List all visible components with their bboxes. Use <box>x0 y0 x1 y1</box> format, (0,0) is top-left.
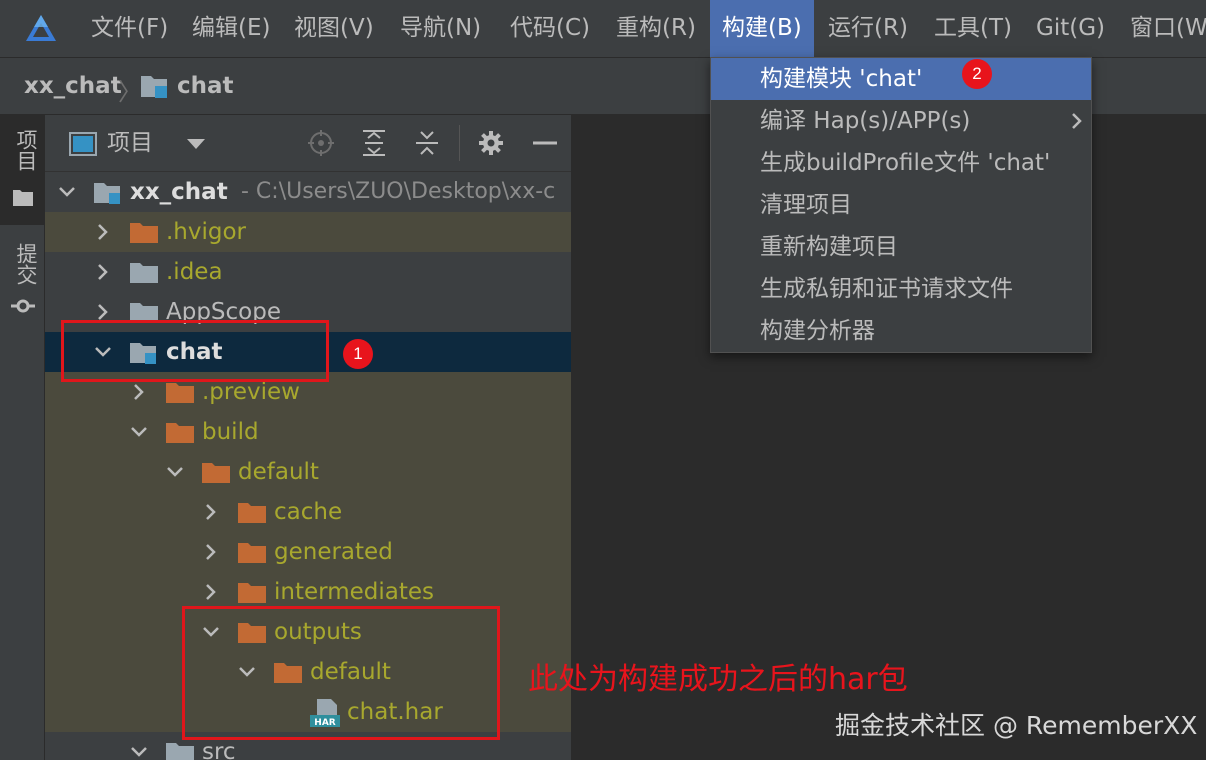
menu-item-clean-project[interactable]: 清理项目 <box>711 184 1091 226</box>
menu-item-label: 生成buildProfile文件 'chat' <box>760 150 1051 176</box>
tree-path-hint: - C:\Users\ZUO\Desktop\xx-c <box>241 179 556 204</box>
menu-item-compile-hap-app[interactable]: 编译 Hap(s)/APP(s) <box>711 100 1091 142</box>
tree-row-hvigor[interactable]: .hvigor <box>45 212 571 252</box>
folder-excluded-icon <box>166 423 194 443</box>
chevron-down-icon[interactable] <box>129 740 149 760</box>
menu-refactor[interactable]: 重构(R) <box>616 0 696 57</box>
collapse-all-icon[interactable] <box>413 129 441 157</box>
app-logo-icon <box>26 15 56 41</box>
chevron-right-icon[interactable] <box>93 220 113 244</box>
folder-icon <box>166 743 194 760</box>
annotation-badge-1: 1 <box>343 339 373 369</box>
folder-excluded-icon <box>238 583 266 603</box>
annotation-badge-2: 2 <box>962 59 992 89</box>
commit-icon <box>11 299 35 313</box>
build-menu-dropdown: 构建模块 'chat' 编译 Hap(s)/APP(s) 生成buildProf… <box>710 57 1092 353</box>
menu-item-build-module[interactable]: 构建模块 'chat' <box>711 58 1091 100</box>
tree-label: xx_chat <box>130 179 228 205</box>
gear-icon[interactable] <box>477 129 505 157</box>
menu-item-rebuild-project[interactable]: 重新构建项目 <box>711 226 1091 268</box>
menu-item-label: 清理项目 <box>760 192 852 218</box>
stripe-tab-commit[interactable]: 提交 <box>0 233 44 333</box>
tree-label: build <box>202 419 259 445</box>
minimize-icon[interactable] <box>531 129 559 157</box>
menu-item-generate-build-profile[interactable]: 生成buildProfile文件 'chat' <box>711 142 1091 184</box>
stripe-tab-project-label: 项目 <box>14 129 38 171</box>
folder-icon <box>130 263 158 283</box>
folder-excluded-icon <box>238 543 266 563</box>
toolbar-divider <box>459 125 460 161</box>
tree-row-generated[interactable]: generated <box>45 532 571 572</box>
folder-excluded-icon <box>130 223 158 243</box>
chevron-right-icon <box>1072 113 1082 129</box>
tree-label: .idea <box>166 259 223 285</box>
folder-excluded-icon <box>202 463 230 483</box>
tree-row-default[interactable]: default <box>45 452 571 492</box>
stripe-tab-project[interactable]: 项目 <box>0 115 44 225</box>
menu-item-label: 生成私钥和证书请求文件 <box>760 276 1013 302</box>
menu-item-build-analyzer[interactable]: 构建分析器 <box>711 310 1091 352</box>
annotation-note: 此处为构建成功之后的har包 <box>528 662 908 697</box>
annotation-box-chat <box>61 320 329 382</box>
tree-row-build[interactable]: build <box>45 412 571 452</box>
menu-navigate[interactable]: 导航(N) <box>400 0 481 57</box>
breadcrumb-module[interactable]: chat <box>177 58 234 114</box>
menu-build[interactable]: 构建(B) <box>710 0 814 57</box>
menu-window[interactable]: 窗口(W <box>1130 0 1206 57</box>
tree-label: cache <box>274 499 343 525</box>
folder-excluded-icon <box>166 383 194 403</box>
module-icon <box>141 76 167 98</box>
menu-item-label: 重新构建项目 <box>760 234 898 260</box>
menu-item-label: 编译 Hap(s)/APP(s) <box>760 108 971 134</box>
tree-row-cache[interactable]: cache <box>45 492 571 532</box>
menu-code[interactable]: 代码(C) <box>510 0 590 57</box>
tree-row-xx-chat[interactable]: xx_chat - C:\Users\ZUO\Desktop\xx-c <box>45 172 571 212</box>
breadcrumb-separator: 〉 <box>118 78 142 106</box>
project-panel-header: 项目 <box>45 115 571 172</box>
project-panel-title[interactable]: 项目 <box>107 115 153 171</box>
menu-item-generate-key-csr[interactable]: 生成私钥和证书请求文件 <box>711 268 1091 310</box>
chevron-right-icon[interactable] <box>201 540 221 564</box>
annotation-box-outputs <box>182 606 500 740</box>
menu-run[interactable]: 运行(R) <box>828 0 908 57</box>
menu-view[interactable]: 视图(V) <box>294 0 374 57</box>
tree-row-idea[interactable]: .idea <box>45 252 571 292</box>
chevron-right-icon[interactable] <box>93 260 113 284</box>
chevron-down-icon[interactable] <box>57 180 77 204</box>
chevron-down-icon[interactable] <box>187 139 205 149</box>
chevron-right-icon[interactable] <box>201 580 221 604</box>
menu-tools[interactable]: 工具(T) <box>934 0 1012 57</box>
tree-label: .hvigor <box>166 219 247 245</box>
menu-edit[interactable]: 编辑(E) <box>192 0 270 57</box>
menu-item-label: 构建分析器 <box>760 318 875 344</box>
chevron-right-icon[interactable] <box>201 500 221 524</box>
locate-icon[interactable] <box>307 129 335 157</box>
menu-file[interactable]: 文件(F) <box>91 0 168 57</box>
module-icon <box>94 183 120 204</box>
watermark: 掘金技术社区 @ RememberXX <box>835 711 1198 740</box>
menu-bar: 文件(F) 编辑(E) 视图(V) 导航(N) 代码(C) 重构(R) 构建(B… <box>0 0 1206 58</box>
menu-item-label: 构建模块 'chat' <box>760 66 923 92</box>
chevron-right-icon[interactable] <box>129 380 149 404</box>
expand-all-icon[interactable] <box>360 129 388 157</box>
folder-icon <box>13 190 33 206</box>
stripe-tab-commit-label: 提交 <box>14 243 38 285</box>
tree-label: generated <box>274 539 393 565</box>
tree-label: default <box>238 459 319 485</box>
menu-git[interactable]: Git(G) <box>1036 0 1105 57</box>
chevron-down-icon[interactable] <box>129 420 149 444</box>
breadcrumb-project[interactable]: xx_chat <box>24 58 122 114</box>
folder-excluded-icon <box>238 503 266 523</box>
project-view-icon <box>69 132 97 156</box>
chevron-down-icon[interactable] <box>165 460 185 484</box>
tool-window-stripe: 项目 提交 <box>0 115 45 760</box>
